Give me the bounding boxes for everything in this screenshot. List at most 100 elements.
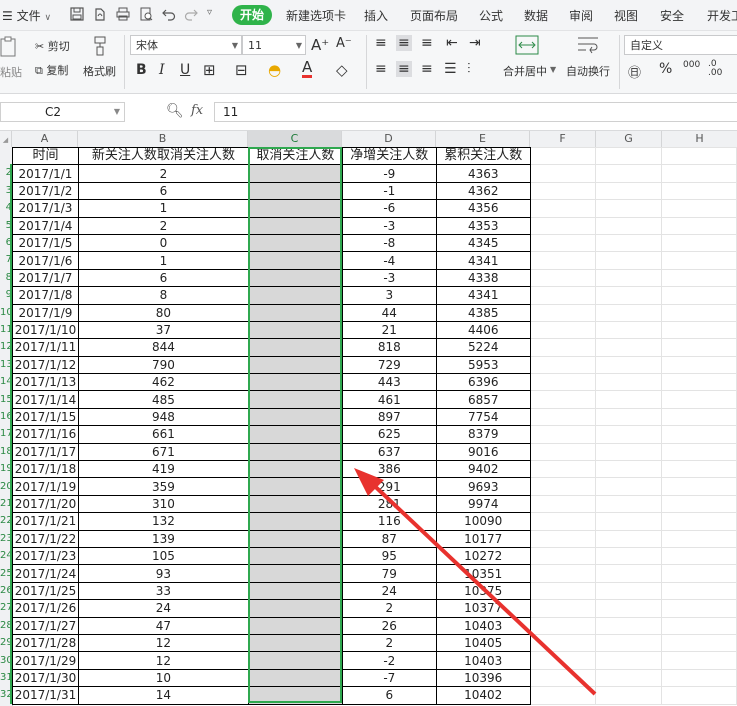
net-followers-cell[interactable]: 637 xyxy=(341,442,437,462)
empty-cell[interactable] xyxy=(661,529,737,548)
empty-cell[interactable] xyxy=(595,164,663,183)
header-cell-unfollows[interactable]: 取消关注人数 xyxy=(247,146,343,166)
new-followers-cell[interactable]: 139 xyxy=(77,529,249,548)
date-cell[interactable]: 2017/1/3 xyxy=(12,199,79,218)
align-bottom-icon[interactable]: ≡ xyxy=(421,35,433,51)
tab-formulas[interactable]: 公式 xyxy=(479,7,503,24)
total-followers-cell[interactable]: 4385 xyxy=(435,303,531,322)
wrap-text-label[interactable]: 自动换行 xyxy=(566,63,610,79)
empty-cell[interactable] xyxy=(595,146,663,166)
distributed-icon[interactable]: ⫶ xyxy=(467,61,471,77)
column-header-c[interactable]: C xyxy=(248,131,342,147)
unfollows-cell[interactable] xyxy=(247,407,343,427)
total-followers-cell[interactable]: 5953 xyxy=(435,355,531,375)
unfollows-cell[interactable] xyxy=(247,494,343,514)
empty-cell[interactable] xyxy=(595,338,663,357)
net-followers-cell[interactable]: 291 xyxy=(341,477,437,496)
empty-cell[interactable] xyxy=(595,442,663,462)
date-cell[interactable]: 2017/1/12 xyxy=(12,355,79,375)
new-followers-cell[interactable]: 105 xyxy=(77,546,249,566)
new-followers-cell[interactable]: 6 xyxy=(77,268,249,288)
new-followers-cell[interactable]: 1 xyxy=(77,199,249,218)
save-icon[interactable] xyxy=(70,7,84,21)
new-followers-cell[interactable]: 1 xyxy=(77,251,249,270)
net-followers-cell[interactable]: -4 xyxy=(341,251,437,270)
empty-cell[interactable] xyxy=(530,268,597,288)
unfollows-cell[interactable] xyxy=(247,373,343,392)
net-followers-cell[interactable]: 443 xyxy=(341,373,437,392)
name-box[interactable]: C2 ▼ xyxy=(0,102,125,122)
date-cell[interactable]: 2017/1/14 xyxy=(12,390,79,409)
empty-cell[interactable] xyxy=(661,425,737,444)
empty-cell[interactable] xyxy=(661,164,737,183)
date-cell[interactable]: 2017/1/1 xyxy=(12,164,79,183)
empty-cell[interactable] xyxy=(661,199,737,218)
total-followers-cell[interactable]: 9693 xyxy=(435,477,531,496)
total-followers-cell[interactable]: 10351 xyxy=(435,564,531,583)
new-followers-cell[interactable]: 47 xyxy=(77,616,249,635)
row-header[interactable] xyxy=(0,147,12,164)
fx-icon[interactable]: fx xyxy=(191,103,203,118)
date-cell[interactable]: 2017/1/6 xyxy=(12,251,79,270)
number-format-select[interactable]: 自定义 xyxy=(624,35,737,55)
date-cell[interactable]: 2017/1/11 xyxy=(12,338,79,357)
date-cell[interactable]: 2017/1/13 xyxy=(12,373,79,392)
total-followers-cell[interactable]: 10177 xyxy=(435,529,531,548)
net-followers-cell[interactable]: 21 xyxy=(341,320,437,340)
empty-cell[interactable] xyxy=(661,233,737,253)
empty-cell[interactable] xyxy=(530,164,597,183)
empty-cell[interactable] xyxy=(530,146,597,166)
total-followers-cell[interactable]: 4341 xyxy=(435,286,531,305)
customize-toolbar-icon[interactable]: ▿ xyxy=(207,7,212,18)
net-followers-cell[interactable]: 625 xyxy=(341,425,437,444)
new-followers-cell[interactable]: 844 xyxy=(77,338,249,357)
empty-cell[interactable] xyxy=(595,407,663,427)
new-followers-cell[interactable]: 132 xyxy=(77,512,249,531)
unfollows-cell[interactable] xyxy=(247,599,343,618)
date-cell[interactable]: 2017/1/22 xyxy=(12,529,79,548)
column-header-f[interactable]: F xyxy=(530,131,596,147)
unfollows-cell[interactable] xyxy=(247,633,343,653)
date-cell[interactable]: 2017/1/19 xyxy=(12,477,79,496)
date-cell[interactable]: 2017/1/17 xyxy=(12,442,79,462)
net-followers-cell[interactable]: 3 xyxy=(341,286,437,305)
new-followers-cell[interactable]: 12 xyxy=(77,633,249,653)
tab-new[interactable]: 新建选项卡 xyxy=(286,7,346,24)
select-all-corner[interactable]: ◢ xyxy=(0,131,12,147)
empty-cell[interactable] xyxy=(595,616,663,635)
total-followers-cell[interactable]: 10377 xyxy=(435,599,531,618)
empty-cell[interactable] xyxy=(595,268,663,288)
decrease-font-icon[interactable]: A⁻ xyxy=(336,36,352,51)
net-followers-cell[interactable]: 461 xyxy=(341,390,437,409)
tab-page-layout[interactable]: 页面布局 xyxy=(410,7,458,24)
empty-cell[interactable] xyxy=(595,355,663,375)
net-followers-cell[interactable]: 26 xyxy=(341,616,437,635)
total-followers-cell[interactable]: 6396 xyxy=(435,373,531,392)
format-painter-label[interactable]: 格式刷 xyxy=(83,63,116,79)
new-followers-cell[interactable]: 24 xyxy=(77,599,249,618)
net-followers-cell[interactable]: -7 xyxy=(341,668,437,688)
net-followers-cell[interactable]: 44 xyxy=(341,303,437,322)
date-cell[interactable]: 2017/1/25 xyxy=(12,581,79,601)
date-cell[interactable]: 2017/1/8 xyxy=(12,286,79,305)
new-followers-cell[interactable]: 310 xyxy=(77,494,249,514)
date-cell[interactable]: 2017/1/16 xyxy=(12,425,79,444)
tab-home[interactable]: 开始 xyxy=(232,5,272,25)
unfollows-cell[interactable] xyxy=(247,442,343,462)
new-followers-cell[interactable]: 10 xyxy=(77,668,249,688)
unfollows-cell[interactable] xyxy=(247,303,343,322)
new-followers-cell[interactable]: 8 xyxy=(77,286,249,305)
unfollows-cell[interactable] xyxy=(247,651,343,670)
empty-cell[interactable] xyxy=(661,216,737,235)
empty-cell[interactable] xyxy=(661,251,737,270)
total-followers-cell[interactable]: 10396 xyxy=(435,668,531,688)
print-preview-icon[interactable] xyxy=(139,7,153,21)
tab-security[interactable]: 安全 xyxy=(660,7,684,24)
unfollows-cell[interactable] xyxy=(247,286,343,305)
justify-icon[interactable]: ☰ xyxy=(444,61,457,77)
unfollows-cell[interactable] xyxy=(247,668,343,688)
undo-icon[interactable] xyxy=(162,7,176,21)
new-followers-cell[interactable]: 12 xyxy=(77,651,249,670)
border-icon[interactable]: ⊞ xyxy=(203,61,216,79)
unfollows-cell[interactable] xyxy=(247,320,343,340)
